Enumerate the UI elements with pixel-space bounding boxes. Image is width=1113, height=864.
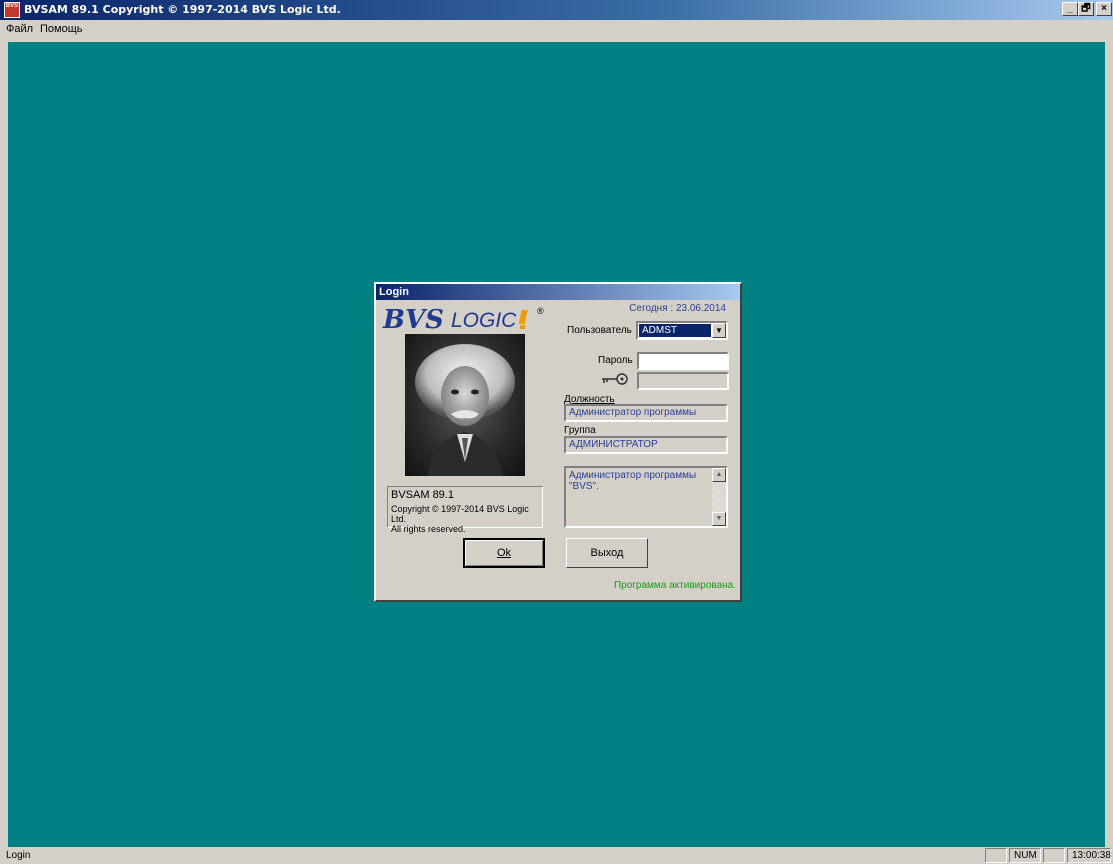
restore-button[interactable]: 🗗 (1078, 2, 1094, 16)
user-label: Пользователь (567, 325, 632, 336)
copyright-text: Copyright © 1997-2014 BVS Logic Ltd. (391, 504, 529, 524)
version-info-box: BVSAM 89.1 Copyright © 1997-2014 BVS Log… (387, 486, 543, 534)
ok-button-label: Ok (496, 547, 512, 559)
close-button[interactable]: × (1096, 2, 1112, 16)
group-label: Группа (564, 425, 596, 436)
activation-status: Программа активирована. (613, 580, 736, 591)
ok-button[interactable]: Ok (463, 538, 545, 568)
description-scrollbar[interactable]: ▲ ▼ (712, 468, 726, 526)
password-field[interactable] (637, 352, 729, 370)
key-icon (602, 373, 628, 385)
menu-bar: Файл Помощь (0, 20, 1113, 40)
user-photo (405, 334, 525, 476)
status-bar: Login NUM 13:00:38 (0, 847, 1113, 864)
scroll-down-icon[interactable]: ▼ (712, 512, 726, 526)
scroll-up-icon[interactable]: ▲ (712, 468, 726, 482)
description-memo[interactable]: Администратор программы "BVS". ▲ ▼ (564, 466, 728, 528)
user-select[interactable]: ADMST ▼ (636, 321, 728, 340)
window-title-bar[interactable]: BVS BVSAM 89.1 Copyright © 1997-2014 BVS… (0, 0, 1113, 20)
app-icon[interactable]: BVS (4, 2, 20, 18)
status-cell-empty-2 (1043, 848, 1065, 863)
window-title: BVSAM 89.1 Copyright © 1997-2014 BVS Log… (24, 3, 341, 16)
today-date: Сегодня : 23.06.2014 (629, 303, 726, 314)
key-field (637, 372, 729, 390)
group-field: АДМИНИСТРАТОР (564, 436, 728, 454)
exit-button-label: Выход (590, 547, 624, 559)
status-cell-empty-1 (985, 848, 1007, 863)
rights-text: All rights reserved. (391, 524, 466, 534)
minimize-button[interactable]: _ (1062, 2, 1078, 16)
logo-bvs-text: BVS (382, 305, 444, 332)
menu-help[interactable]: Помощь (40, 23, 83, 35)
chevron-down-icon[interactable]: ▼ (712, 323, 726, 338)
status-num: NUM (1009, 848, 1041, 863)
menu-file[interactable]: Файл (6, 23, 33, 35)
bvs-logic-logo: BVS LOGIC ® (382, 305, 544, 332)
logo-logic-text: LOGIC (451, 309, 517, 332)
status-time: 13:00:38 (1067, 848, 1111, 863)
exit-button[interactable]: Выход (566, 538, 648, 568)
dialog-title-bar[interactable]: Login (376, 284, 740, 300)
logo-registered-mark: ® (537, 306, 544, 316)
user-select-value: ADMST (639, 324, 711, 337)
description-text: Администратор программы "BVS". (569, 470, 697, 492)
version-text: BVSAM 89.1 (391, 489, 454, 501)
position-field: Администратор программы (564, 404, 728, 422)
password-label: Пароль (598, 355, 633, 366)
login-dialog: Login BVS LOGIC ® BVSAM 89.1 Copyright ©… (374, 282, 742, 602)
status-text: Login (6, 850, 31, 861)
